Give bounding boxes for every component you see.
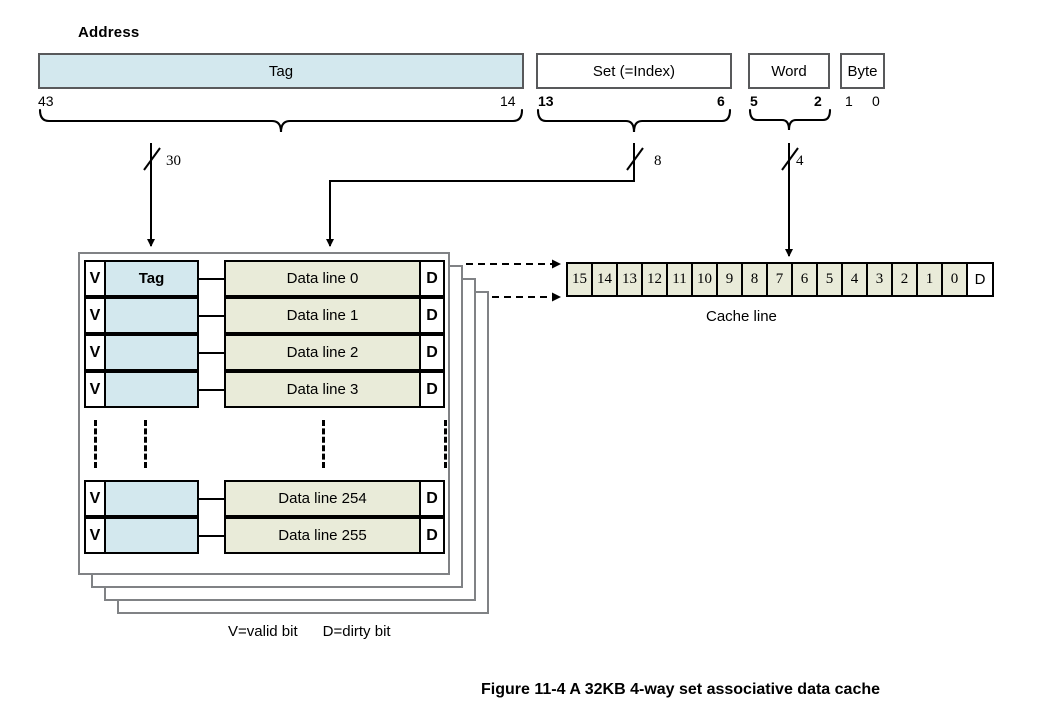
cache-line-label: Cache line [706,308,777,325]
figure-caption: Figure 11-4 A 32KB 4-way set associative… [481,681,881,698]
tag-data-connector [197,389,226,391]
cache-line-word-cell: 14 [591,262,618,297]
cache-row: V Data line 3 D [84,371,445,408]
bit-number-byte-hi: 1 [845,93,853,109]
data-line-cell: Data line 2 [224,334,421,371]
cache-line-word-cell: 3 [866,262,893,297]
tag-data-connector [197,498,226,500]
tag-data-connector [197,535,226,537]
address-label: Address [78,24,140,41]
valid-bit-cell: V [84,297,106,334]
bus-width-label-set: 8 [654,153,662,169]
cache-line-word-cell: 2 [891,262,918,297]
cache-line-word-cell: 4 [841,262,868,297]
bit-number-tag-hi: 43 [38,93,54,109]
dirty-bit-cell: D [419,517,445,554]
address-field-set-label: Set (=Index) [592,62,676,80]
tag-cell [104,334,199,371]
cache-diagram-page: Address Tag Set (=Index) Word Byte 43 14… [0,0,1056,726]
cache-line-word-cell: 7 [766,262,793,297]
cache-line-word-cell: 11 [666,262,693,297]
cache-line-word-cell: 10 [691,262,718,297]
cache-line-word-cell: 1 [916,262,943,297]
tag-cell [104,480,199,517]
ellipsis-tag [144,420,150,468]
tag-cell: Tag [104,260,199,297]
cache-line-word-cell: 5 [816,262,843,297]
cache-line-row: 15 14 13 12 11 10 9 8 7 6 5 4 3 2 1 0 D [566,262,994,297]
cache-line-word-cell: 0 [941,262,968,297]
cache-line-dirty-cell: D [966,262,994,297]
ellipsis-data [322,420,328,468]
cache-row: V Data line 1 D [84,297,445,334]
bus-width-label-tag: 30 [166,153,181,169]
dirty-bit-cell: D [419,371,445,408]
bit-number-set-hi: 13 [538,93,554,109]
cache-line-word-cell: 12 [641,262,668,297]
cache-line-word-cell: 8 [741,262,768,297]
dirty-bit-cell: D [419,480,445,517]
bit-number-word-lo: 2 [814,93,822,109]
dirty-bit-cell: D [419,334,445,371]
tag-cell [104,371,199,408]
bit-number-word-hi: 5 [750,93,758,109]
cache-line-word-cell: 9 [716,262,743,297]
cache-line-word-cell: 6 [791,262,818,297]
bit-number-set-lo: 6 [717,93,725,109]
address-field-tag: Tag [38,53,524,89]
data-line-cell: Data line 3 [224,371,421,408]
tag-cell [104,517,199,554]
cache-line-word-cell: 13 [616,262,643,297]
bit-number-byte-lo: 0 [872,93,880,109]
tag-data-connector [197,352,226,354]
address-field-tag-label: Tag [268,62,294,80]
bit-number-tag-lo: 14 [500,93,516,109]
valid-bit-cell: V [84,334,106,371]
data-line-cell: Data line 0 [224,260,421,297]
data-line-cell: Data line 1 [224,297,421,334]
valid-bit-cell: V [84,371,106,408]
dirty-bit-cell: D [419,260,445,297]
cache-way-front-content: V Tag Data line 0 D V Data line 1 D V Da… [78,252,450,575]
address-field-byte-label: Byte [847,62,878,80]
address-field-set: Set (=Index) [536,53,732,89]
data-line-cell: Data line 254 [224,480,421,517]
legend-text: V=valid bit D=dirty bit [228,623,391,640]
cache-row: V Data line 2 D [84,334,445,371]
tag-data-connector [197,315,226,317]
cache-row: V Data line 254 D [84,480,445,517]
dirty-bit-cell: D [419,297,445,334]
address-field-word: Word [748,53,830,89]
ellipsis-valid [94,420,100,468]
cache-line-word-cell: 15 [566,262,593,297]
tag-data-connector [197,278,226,280]
valid-bit-cell: V [84,260,106,297]
cache-row: V Tag Data line 0 D [84,260,445,297]
address-field-word-label: Word [771,62,807,80]
bus-width-label-word: 4 [796,153,804,169]
tag-cell [104,297,199,334]
valid-bit-cell: V [84,480,106,517]
cache-row: V Data line 255 D [84,517,445,554]
ellipsis-dirty [444,420,450,468]
valid-bit-cell: V [84,517,106,554]
data-line-cell: Data line 255 [224,517,421,554]
address-field-byte: Byte [840,53,885,89]
